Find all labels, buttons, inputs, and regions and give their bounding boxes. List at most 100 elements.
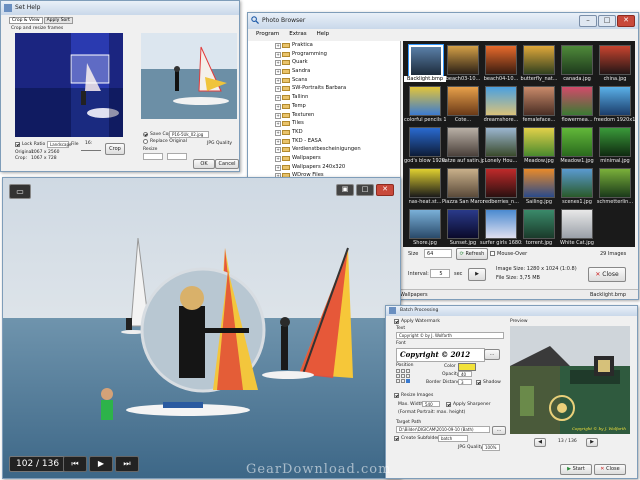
- thumbnail-item[interactable]: god's blow 1920x1440.jpg: [404, 127, 446, 167]
- thumbnail-item[interactable]: Shore.jpg: [407, 209, 443, 249]
- thumbnail-item[interactable]: Sunset.jpg: [445, 209, 481, 249]
- mouseover-checkbox[interactable]: [490, 251, 495, 256]
- expand-icon[interactable]: +: [275, 164, 281, 171]
- thumbnail-item[interactable]: White Cat.jpg: [559, 209, 595, 249]
- batch-jpg-select[interactable]: 100%: [482, 444, 500, 451]
- maximize-button[interactable]: □: [598, 15, 616, 27]
- refresh-button[interactable]: ⟳ Refresh: [456, 248, 488, 260]
- menu-extras[interactable]: Extras: [289, 29, 306, 39]
- menu-help[interactable]: Help: [317, 29, 330, 39]
- thumbnail-item[interactable]: butterfly_nat...: [521, 45, 557, 85]
- tree-folder-item[interactable]: + Wallpapers 240x320: [274, 163, 384, 172]
- expand-icon[interactable]: +: [275, 155, 281, 162]
- thumbnail-item[interactable]: freedom 1920x1200.jpg: [594, 86, 636, 126]
- expand-icon[interactable]: +: [275, 95, 281, 102]
- thumbnail-item[interactable]: torrent.jpg: [521, 209, 557, 249]
- crop-preview-image[interactable]: [15, 33, 123, 137]
- viewer-restore-button[interactable]: □: [356, 184, 374, 196]
- thumbnail-item[interactable]: scenes1.jpg: [559, 168, 595, 208]
- viewer-image-button[interactable]: ▣: [336, 184, 354, 196]
- border-distance-field[interactable]: 3: [458, 379, 472, 385]
- thumbnail-item[interactable]: Piazza San Marco 1920: [442, 168, 484, 208]
- resize-width-field[interactable]: [143, 153, 163, 160]
- batch-close-button[interactable]: ✕ Close: [594, 464, 626, 475]
- tree-folder-item[interactable]: + Tallinn: [274, 93, 384, 102]
- tree-folder-item[interactable]: + Programming: [274, 50, 384, 59]
- crop-cancel-button[interactable]: Cancel: [215, 159, 239, 169]
- thumbnail-item[interactable]: china.jpg: [597, 45, 633, 85]
- save-copy-radio[interactable]: [143, 132, 148, 137]
- browse-button[interactable]: …: [492, 426, 506, 435]
- thumbnail-item[interactable]: redberries_n...: [483, 168, 519, 208]
- shadow-checkbox[interactable]: [476, 380, 481, 385]
- tree-folder-item[interactable]: + Sandra: [274, 67, 384, 76]
- tree-folder-item[interactable]: + Texturen: [274, 111, 384, 120]
- expand-icon[interactable]: +: [275, 51, 281, 58]
- tab-crop-view[interactable]: Crop & View: [9, 17, 43, 24]
- watermark-text-field[interactable]: Copyright © by J. Wolfarth: [396, 332, 504, 339]
- interval-field[interactable]: 5: [430, 269, 450, 278]
- preview-next-button[interactable]: ▶: [586, 438, 598, 447]
- viewer-options-button[interactable]: ▭: [9, 184, 31, 199]
- close-window-button[interactable]: ✕: [617, 15, 635, 27]
- thumbnail-item[interactable]: Meadow.jpg: [521, 127, 557, 167]
- thumbnail-item[interactable]: katze auf satin.jpg: [442, 127, 484, 167]
- expand-icon[interactable]: +: [275, 121, 281, 128]
- viewer-close-button[interactable]: ✕: [376, 184, 394, 196]
- resize-height-field[interactable]: [167, 153, 187, 160]
- browser-close-button[interactable]: ✕ Close: [588, 267, 626, 282]
- thumbnail-item[interactable]: dreamshore...: [483, 86, 519, 126]
- ratio-select[interactable]: Landscape: [47, 141, 72, 148]
- tree-folder-item[interactable]: + Praktica: [274, 41, 384, 50]
- thumbnail-item[interactable]: flowermea...: [559, 86, 595, 126]
- tree-folder-item[interactable]: + Quark: [274, 58, 384, 67]
- expand-icon[interactable]: +: [275, 112, 281, 119]
- lock-ratio-checkbox[interactable]: [15, 142, 20, 147]
- expand-icon[interactable]: +: [275, 69, 281, 76]
- expand-icon[interactable]: +: [275, 43, 281, 49]
- minimize-button[interactable]: –: [579, 15, 597, 27]
- tree-folder-item[interactable]: + Verdienstbescheinigungen: [274, 145, 384, 154]
- preview-prev-button[interactable]: ◀: [534, 438, 546, 447]
- filename-field[interactable]: P16-5Uk_02.jpg: [169, 131, 209, 138]
- thumbnail-item[interactable]: beach03-10...: [445, 45, 481, 85]
- target-path-field[interactable]: D:\Bilder\DIGICAM\2010-09-10 (Bath): [396, 426, 490, 433]
- thumbnail-item[interactable]: colorful pencils 1920x1440: [404, 86, 446, 126]
- thumbnail-item[interactable]: surfer girls 1680x1050.jpg: [480, 209, 522, 249]
- expand-icon[interactable]: +: [275, 129, 281, 136]
- tree-folder-item[interactable]: + TKD - EASA: [274, 137, 384, 146]
- create-subfolder-checkbox[interactable]: [394, 436, 399, 441]
- tab-apply-sort[interactable]: Apply Sort: [43, 17, 73, 24]
- thumbnail-item[interactable]: beach04-10...: [483, 45, 519, 85]
- slideshow-play-button[interactable]: ▶: [468, 268, 486, 281]
- apply-watermark-checkbox[interactable]: [394, 319, 399, 324]
- apply-sharpener-checkbox[interactable]: [446, 402, 451, 407]
- zoom-slider[interactable]: [81, 150, 101, 151]
- font-preview[interactable]: Copyright © 2012: [396, 348, 485, 362]
- thumbnail-item[interactable]: Lonely Hou...: [483, 127, 519, 167]
- subfolder-field[interactable]: batch: [438, 435, 468, 442]
- tree-folder-item[interactable]: + Scans: [274, 76, 384, 85]
- font-button[interactable]: …: [484, 349, 500, 360]
- tree-folder-item[interactable]: + Temp: [274, 102, 384, 111]
- position-grid[interactable]: [396, 369, 410, 383]
- crop-ok-button[interactable]: OK: [193, 159, 215, 169]
- expand-icon[interactable]: +: [275, 77, 281, 84]
- next-button[interactable]: ⏭: [115, 456, 139, 472]
- replace-original-radio[interactable]: [143, 139, 148, 144]
- thumbnail-item[interactable]: Cote...: [445, 86, 481, 126]
- expand-icon[interactable]: +: [275, 147, 281, 154]
- thumbnail-item[interactable]: nas-heat.st...: [407, 168, 443, 208]
- tree-folder-item[interactable]: + TKD: [274, 128, 384, 137]
- opacity-field[interactable]: 40: [458, 371, 472, 377]
- expand-icon[interactable]: +: [275, 86, 281, 93]
- expand-icon[interactable]: +: [275, 138, 281, 145]
- resize-images-checkbox[interactable]: [394, 393, 399, 398]
- tree-folder-item[interactable]: + SW-Portraits Barbara: [274, 84, 384, 93]
- thumbnail-item[interactable]: Sailing.jpg: [521, 168, 557, 208]
- size-select[interactable]: 64: [424, 249, 452, 258]
- thumbnail-item[interactable]: Meadow1.jpg: [559, 127, 595, 167]
- tree-folder-item[interactable]: + Wallpapers: [274, 154, 384, 163]
- max-width-field[interactable]: 540: [422, 401, 440, 407]
- crop-button[interactable]: Crop: [105, 143, 125, 155]
